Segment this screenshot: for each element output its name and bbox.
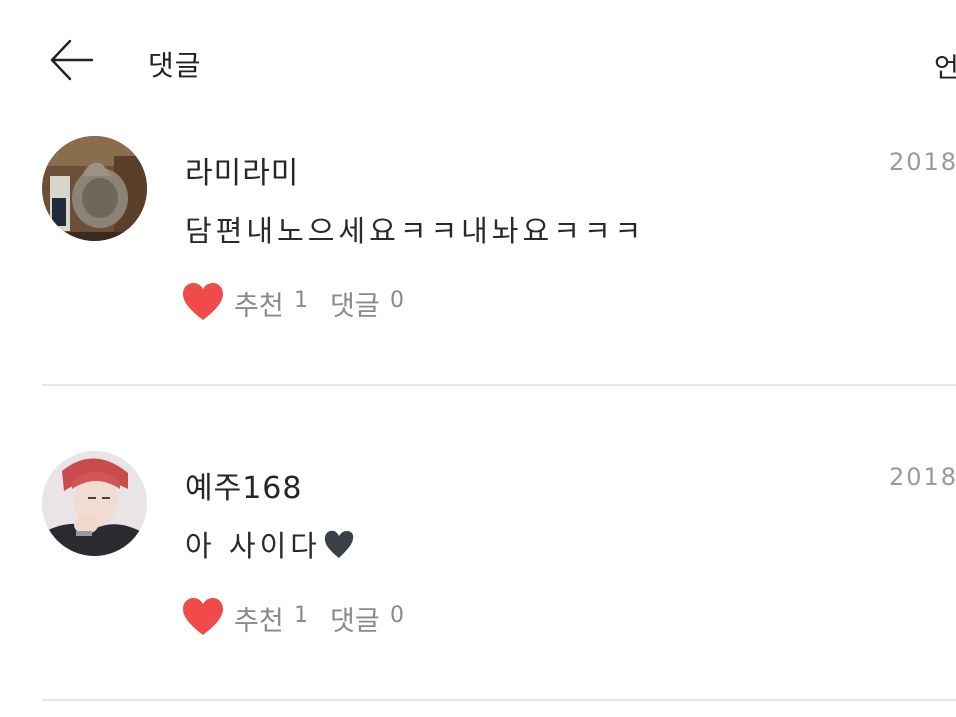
reply-label[interactable]: 댓글 bbox=[330, 599, 380, 638]
comment-text: 담편내노으세요ㅋㅋ내놔요ㅋㅋㅋ bbox=[185, 214, 646, 248]
comments-screen: 댓글 언 라미라미 2018. 담편내노으세요ㅋㅋ내놔요ㅋㅋㅋ 추천 bbox=[0, 0, 956, 717]
comment-text-row: 아 사이다 bbox=[185, 523, 355, 565]
recommend-count: 1 bbox=[294, 603, 308, 628]
comment-date: 2018. bbox=[889, 463, 956, 491]
avatar[interactable] bbox=[42, 451, 147, 556]
divider bbox=[42, 699, 956, 701]
header-right-action[interactable]: 언 bbox=[934, 46, 956, 85]
comment-date: 2018. bbox=[889, 148, 956, 176]
reply-count: 0 bbox=[390, 288, 404, 313]
comment-item: 라미라미 2018. 담편내노으세요ㅋㅋ내놔요ㅋㅋㅋ 추천 1 댓글 0 bbox=[0, 120, 956, 435]
reply-label[interactable]: 댓글 bbox=[330, 284, 380, 323]
dark-heart-icon bbox=[324, 530, 354, 558]
heart-icon[interactable] bbox=[182, 597, 224, 637]
heart-icon[interactable] bbox=[182, 282, 224, 322]
recommend-label[interactable]: 추천 bbox=[234, 599, 284, 638]
arrow-left-icon bbox=[50, 39, 94, 81]
reply-count: 0 bbox=[390, 603, 404, 628]
recommend-label[interactable]: 추천 bbox=[234, 284, 284, 323]
app-header: 댓글 언 bbox=[0, 0, 956, 120]
avatar[interactable] bbox=[42, 136, 147, 241]
person-photo-avatar bbox=[42, 451, 147, 556]
comment-username[interactable]: 라미라미 bbox=[185, 148, 299, 192]
cat-photo-avatar bbox=[42, 136, 147, 241]
comment-username[interactable]: 예주168 bbox=[185, 463, 302, 507]
divider bbox=[42, 384, 956, 386]
comment-text: 아 사이다 bbox=[185, 529, 321, 563]
comment-item: 예주168 2018. 아 사이다 추천 1 댓글 0 bbox=[0, 435, 956, 717]
back-button[interactable] bbox=[46, 34, 98, 86]
page-title: 댓글 bbox=[148, 49, 202, 82]
recommend-count: 1 bbox=[294, 288, 308, 313]
